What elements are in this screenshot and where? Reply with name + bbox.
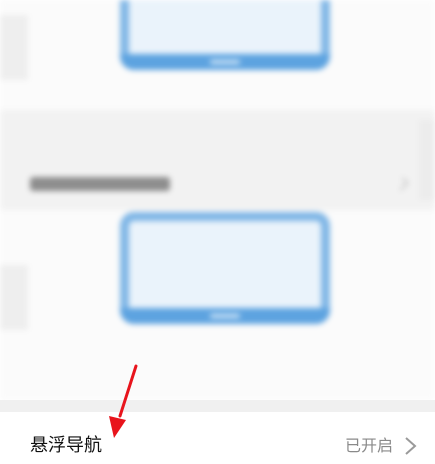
phone-illustration-bottom	[120, 212, 330, 324]
phone-illustration-top	[120, 0, 330, 70]
section-divider	[0, 400, 435, 412]
blurred-background-content	[0, 0, 435, 400]
chevron-right-icon	[405, 437, 417, 455]
floating-navigation-label: 悬浮导航	[30, 435, 102, 456]
blurred-left-fragment	[0, 15, 28, 80]
floating-navigation-status: 已开启	[344, 436, 393, 455]
blurred-scroll-edge	[419, 120, 435, 200]
blurred-card	[0, 110, 435, 210]
floating-navigation-row[interactable]: 悬浮导航 已开启	[0, 412, 435, 464]
blurred-setting-label	[30, 177, 170, 191]
blurred-left-fragment	[0, 265, 28, 330]
